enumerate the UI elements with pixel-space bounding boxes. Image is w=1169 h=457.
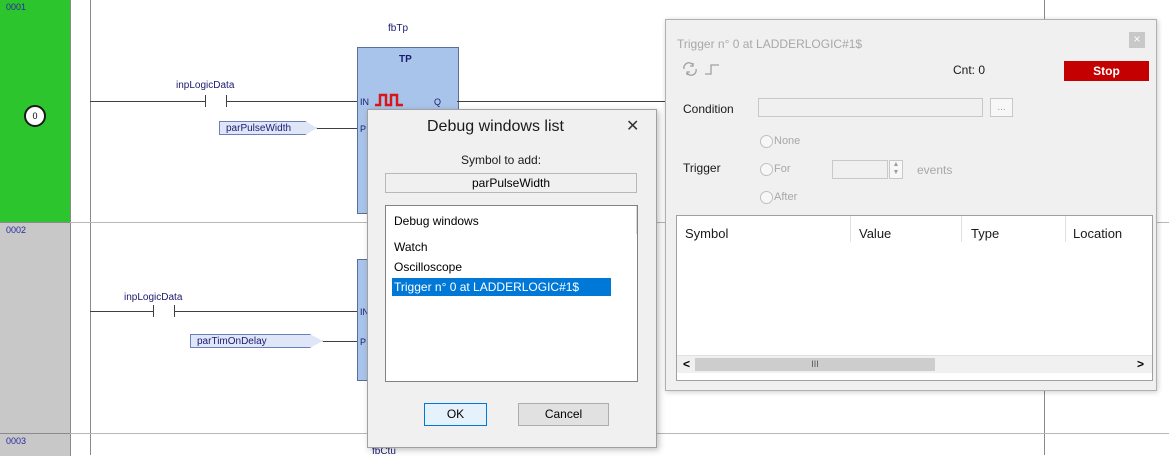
refresh-icon[interactable] xyxy=(681,62,699,76)
rung-wire-out xyxy=(457,101,669,102)
rung-gutter-2: 0002 xyxy=(0,222,71,434)
param-wire xyxy=(323,341,358,342)
list-item-trigger[interactable]: Trigger n° 0 at LADDERLOGIC#1$ xyxy=(392,278,611,296)
rung-gutter-1: 0001 0 xyxy=(0,0,71,222)
rung-wire xyxy=(90,311,358,312)
column-header-symbol[interactable]: Symbol xyxy=(685,226,728,241)
events-label: events xyxy=(917,163,953,177)
trigger-label: Trigger xyxy=(683,161,721,175)
list-item-oscilloscope[interactable]: Oscilloscope xyxy=(392,258,464,276)
column-header-value[interactable]: Value xyxy=(859,226,891,241)
ok-button[interactable]: OK xyxy=(424,403,487,426)
trigger-window-title: Trigger n° 0 at LADDERLOGIC#1$ xyxy=(677,37,863,51)
condition-input[interactable] xyxy=(758,98,983,117)
debug-windows-dialog: Debug windows list ✕ Symbol to add: parP… xyxy=(367,109,657,448)
rung-number: 0002 xyxy=(6,225,27,235)
trigger-close-button[interactable]: × xyxy=(1129,32,1145,48)
cancel-button[interactable]: Cancel xyxy=(518,403,609,426)
rung-status-value: 0 xyxy=(32,111,38,121)
symbol-field: parPulseWidth xyxy=(385,173,637,193)
pin-p: P xyxy=(360,124,367,134)
scroll-right-icon[interactable]: > xyxy=(1137,357,1144,371)
dialog-title: Debug windows list xyxy=(427,118,564,135)
param-input[interactable]: parPulseWidth xyxy=(219,121,317,135)
trigger-window: Trigger n° 0 at LADDERLOGIC#1$ × Cnt: 0 … xyxy=(665,19,1157,391)
left-power-rail xyxy=(90,0,91,455)
pin-in: IN xyxy=(360,97,369,107)
rising-edge-icon[interactable] xyxy=(704,63,720,75)
contact-no[interactable] xyxy=(153,305,175,317)
param-input[interactable]: parTimOnDelay xyxy=(190,334,323,348)
radio-for[interactable] xyxy=(760,163,773,176)
contact-label: inpLogicData xyxy=(124,292,183,303)
scroll-left-icon[interactable]: < xyxy=(683,357,690,371)
horizontal-scrollbar[interactable]: < III > xyxy=(677,355,1152,373)
contact-no[interactable] xyxy=(205,95,227,107)
events-spinner[interactable]: ▲ ▼ xyxy=(889,160,903,179)
list-header: Debug windows xyxy=(394,214,479,228)
column-header-type[interactable]: Type xyxy=(971,226,999,241)
list-item-watch[interactable]: Watch xyxy=(392,238,430,256)
pin-q: Q xyxy=(434,97,442,107)
fb-type-label: TP xyxy=(399,54,412,65)
column-header-location[interactable]: Location xyxy=(1073,226,1122,241)
rung-number: 0003 xyxy=(6,436,27,446)
list-header-divider xyxy=(636,206,637,234)
rung-number: 0001 xyxy=(6,2,27,12)
events-spin-input[interactable] xyxy=(832,160,888,179)
radio-after-label: After xyxy=(774,191,798,203)
symbol-value: parPulseWidth xyxy=(471,176,551,190)
debug-windows-listbox[interactable]: Debug windows Watch Oscilloscope Trigger… xyxy=(385,205,638,382)
scroll-thumb[interactable]: III xyxy=(695,358,935,371)
symbol-label: Symbol to add: xyxy=(461,153,542,167)
pulse-icon xyxy=(375,93,403,107)
stop-button[interactable]: Stop xyxy=(1064,61,1149,81)
count-label: Cnt: 0 xyxy=(953,63,986,77)
browse-button[interactable]: ... xyxy=(990,98,1013,117)
rung-status-badge: 0 xyxy=(24,105,46,127)
radio-none-label: None xyxy=(774,135,801,147)
radio-after[interactable] xyxy=(760,191,773,204)
radio-for-label: For xyxy=(774,163,791,175)
radio-none[interactable] xyxy=(760,135,773,148)
fb-instance-name: fbTp xyxy=(388,23,409,34)
symbol-grid[interactable]: Symbol Value Type Location < III > xyxy=(676,215,1153,381)
close-icon: × xyxy=(1133,32,1141,46)
rung-gutter-3: 0003 xyxy=(0,433,71,456)
pin-p: P xyxy=(360,337,367,347)
condition-label: Condition xyxy=(683,102,734,116)
param-wire xyxy=(317,128,358,129)
close-icon[interactable]: ✕ xyxy=(626,116,639,136)
contact-label: inpLogicData xyxy=(176,80,235,91)
